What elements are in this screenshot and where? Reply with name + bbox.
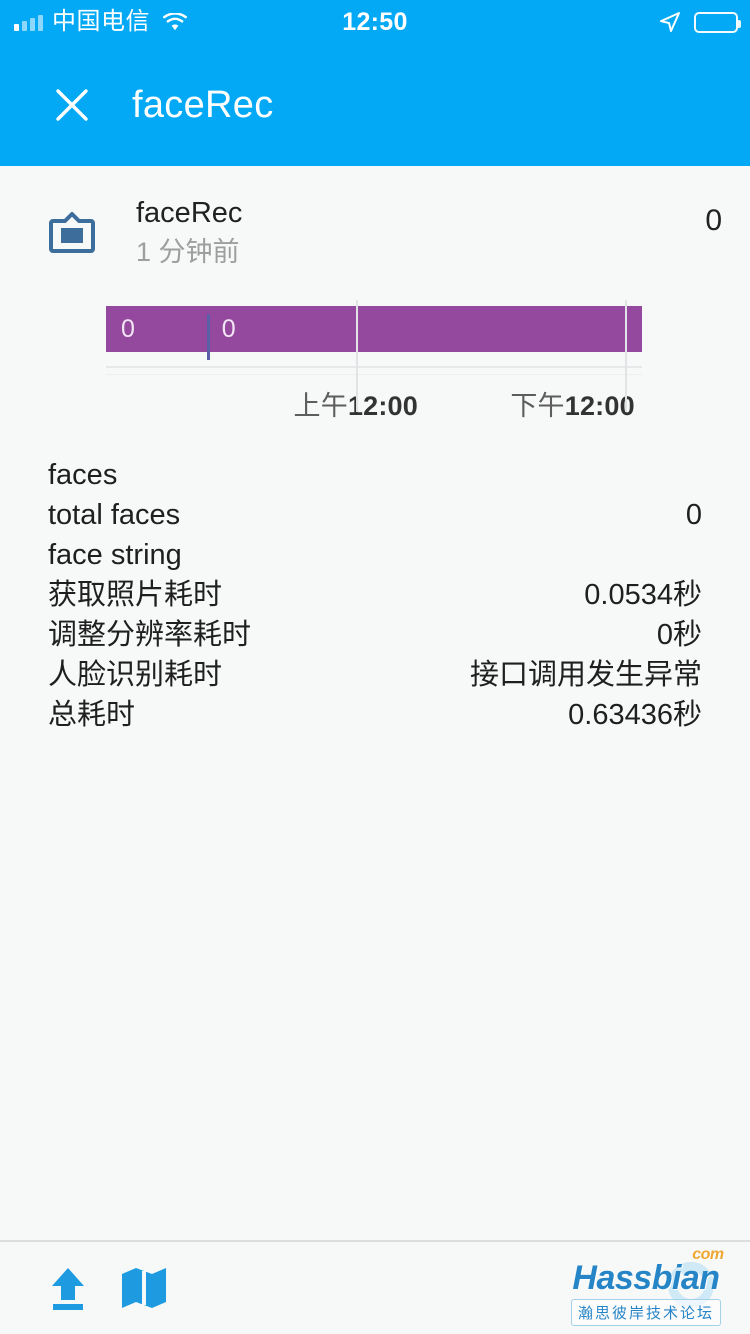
page-title: faceRec	[132, 83, 274, 126]
attribute-label: 总耗时	[48, 699, 136, 731]
chart-bar-segment[interactable]: 0	[206, 306, 642, 352]
map-button[interactable]	[106, 1250, 182, 1326]
upload-button[interactable]	[30, 1250, 106, 1326]
attribute-row: 人脸识别耗时 接口调用发生异常	[48, 655, 702, 695]
map-icon	[118, 1262, 170, 1314]
upload-icon	[42, 1262, 94, 1314]
status-bar: 中国电信 12:50	[0, 0, 750, 44]
chart-gridline	[624, 300, 627, 412]
attribute-label: face string	[48, 539, 182, 571]
close-button[interactable]	[42, 75, 102, 135]
status-bar-clock: 12:50	[342, 7, 408, 36]
attribute-row: 获取照片耗时 0.0534秒	[48, 575, 702, 615]
entity-state-value: 0	[705, 204, 722, 237]
forum-watermark: Hassbian com 瀚思彼岸技术论坛	[556, 1245, 736, 1326]
app-bar: faceRec	[0, 44, 750, 166]
attribute-value: 0	[685, 499, 702, 531]
attribute-label: 人脸识别耗时	[48, 659, 223, 691]
chart-gridline	[355, 300, 358, 412]
picture-frame-icon	[48, 208, 96, 256]
attribute-value: 0.0534秒	[584, 579, 702, 611]
entity-name: faceRec	[136, 197, 243, 229]
attribute-label: 获取照片耗时	[48, 579, 223, 611]
watermark-brand: Hassbian com	[572, 1245, 724, 1297]
attribute-value: 0.63436秒	[568, 699, 702, 731]
watermark-subtitle: 瀚思彼岸技术论坛	[570, 1298, 721, 1326]
attribute-row: face string	[48, 535, 702, 575]
chart-x-tick-label: 下午12:00	[510, 391, 635, 421]
entity-last-changed: 1 分钟前	[136, 237, 240, 268]
close-icon	[50, 83, 94, 127]
attribute-label: 调整分辨率耗时	[48, 619, 252, 651]
battery-full-icon	[694, 11, 741, 33]
attribute-row: 总耗时 0.63436秒	[48, 695, 702, 735]
chart-segment-divider	[206, 314, 210, 360]
chart-bar-segment[interactable]: 0	[106, 306, 207, 352]
attribute-value: 接口调用发生异常	[469, 659, 702, 691]
entity-header-text: faceRec 1 分钟前	[136, 196, 705, 269]
attributes-list: faces total faces 0 face string 获取照片耗时 0.0534…	[0, 455, 750, 735]
attribute-value: 0秒	[656, 619, 702, 651]
chart-plot-area: 00	[106, 306, 642, 368]
attribute-row: total faces 0	[48, 495, 702, 535]
attribute-label: total faces	[48, 499, 181, 531]
app-screen: 中国电信 12:50 faceRec faceRec 1 分钟前 0 0 0 上…	[0, 0, 750, 1334]
entity-header[interactable]: faceRec 1 分钟前 0	[0, 196, 750, 280]
chart-x-axis-labels: 上午12:00 下午12:00	[0, 384, 750, 424]
bottom-toolbar: Hassbian com 瀚思彼岸技术论坛	[0, 1240, 750, 1334]
attribute-label: faces	[48, 459, 118, 491]
attribute-row: faces	[48, 455, 702, 495]
chart-axis-line-secondary	[106, 374, 642, 375]
watermark-tld: com	[692, 1245, 724, 1263]
chart-bar-segment-label: 0	[121, 314, 135, 343]
attribute-row: 调整分辨率耗时 0秒	[48, 615, 702, 655]
chart-bar-segment-label: 0	[221, 314, 236, 343]
history-chart[interactable]: 00 上午12:00 下午12:00	[0, 300, 750, 430]
status-bar-right	[658, 0, 741, 44]
location-arrow-icon	[658, 10, 682, 34]
